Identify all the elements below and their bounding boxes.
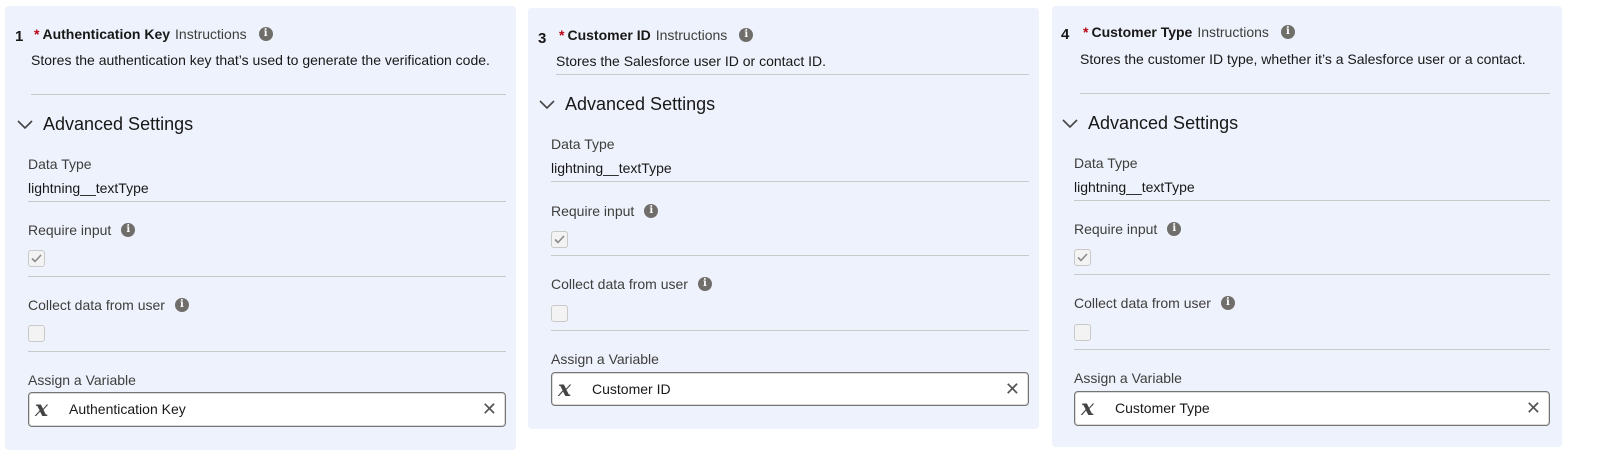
require-input-checkbox[interactable] bbox=[28, 250, 45, 267]
variable-pill[interactable]: x Customer ID ✕ bbox=[551, 372, 1029, 406]
panel-number: 4 bbox=[1061, 26, 1070, 43]
collect-data-label: Collect data from user i bbox=[28, 297, 189, 313]
variable-name: Customer ID bbox=[592, 381, 671, 397]
divider bbox=[28, 276, 506, 277]
require-input-label: Require input i bbox=[551, 203, 659, 219]
advanced-settings-label: Advanced Settings bbox=[1088, 113, 1239, 133]
info-icon[interactable]: i bbox=[1220, 296, 1235, 310]
require-input-text: Require input bbox=[28, 222, 112, 238]
topic-panel-customer-id: 3 * Customer ID Instructions i Stores th… bbox=[528, 8, 1039, 429]
advanced-settings-label: Advanced Settings bbox=[43, 114, 194, 134]
instructions-text[interactable]: Stores the customer ID type, whether it’… bbox=[1080, 48, 1550, 70]
clear-icon[interactable]: ✕ bbox=[482, 399, 497, 419]
instructions-text[interactable]: Stores the authentication key that’s use… bbox=[31, 49, 506, 71]
collect-data-checkbox[interactable] bbox=[551, 305, 568, 322]
chevron-down-icon bbox=[1062, 118, 1078, 128]
require-input-text: Require input bbox=[1074, 221, 1158, 237]
assign-variable-label: Assign a Variable bbox=[1074, 370, 1182, 386]
data-type-label: Data Type bbox=[28, 156, 92, 172]
variable-pill[interactable]: x Customer Type ✕ bbox=[1074, 391, 1550, 426]
panel-header: * Customer Type Instructions i bbox=[1083, 24, 1295, 40]
info-icon[interactable]: i bbox=[1280, 25, 1295, 39]
collect-data-text: Collect data from user bbox=[28, 297, 165, 313]
collect-data-label: Collect data from user i bbox=[551, 276, 712, 292]
checkmark-icon bbox=[1077, 253, 1088, 262]
instructions-label: Instructions bbox=[175, 26, 247, 42]
collect-data-text: Collect data from user bbox=[551, 276, 688, 292]
info-icon[interactable]: i bbox=[174, 298, 189, 312]
divider bbox=[31, 94, 506, 95]
panel-header: * Customer ID Instructions i bbox=[559, 27, 754, 43]
data-type-value: lightning__textType bbox=[551, 160, 672, 176]
collect-data-checkbox[interactable] bbox=[28, 325, 45, 342]
instructions-label: Instructions bbox=[655, 27, 728, 43]
variable-icon: x bbox=[35, 396, 49, 422]
divider bbox=[1074, 349, 1550, 350]
require-input-label: Require input i bbox=[1074, 221, 1182, 237]
collect-data-label: Collect data from user i bbox=[1074, 295, 1235, 311]
divider bbox=[1074, 200, 1550, 201]
checkmark-icon bbox=[554, 235, 565, 244]
require-input-text: Require input bbox=[551, 203, 635, 219]
required-marker: * bbox=[34, 26, 40, 42]
instructions-label: Instructions bbox=[1197, 24, 1269, 40]
divider bbox=[1080, 93, 1550, 94]
require-input-checkbox[interactable] bbox=[551, 231, 568, 248]
info-icon[interactable]: i bbox=[1167, 222, 1182, 236]
topic-panel-authentication-key: 1 * Authentication Key Instructions i St… bbox=[5, 6, 516, 450]
variable-name: Customer Type bbox=[1115, 400, 1210, 416]
divider bbox=[551, 181, 1029, 182]
variable-name: Authentication Key bbox=[69, 401, 186, 417]
panel-number: 1 bbox=[15, 28, 24, 45]
divider bbox=[1074, 274, 1550, 275]
info-icon[interactable]: i bbox=[644, 204, 659, 218]
require-input-checkbox[interactable] bbox=[1074, 249, 1091, 266]
field-name: Customer ID bbox=[567, 27, 651, 43]
data-type-value: lightning__textType bbox=[1074, 179, 1195, 195]
field-name: Customer Type bbox=[1091, 24, 1193, 40]
require-input-label: Require input i bbox=[28, 222, 136, 238]
divider bbox=[551, 255, 1029, 256]
advanced-settings-toggle[interactable]: Advanced Settings bbox=[539, 94, 715, 115]
data-type-value: lightning__textType bbox=[28, 180, 149, 196]
checkmark-icon bbox=[31, 254, 42, 263]
info-icon[interactable]: i bbox=[697, 277, 712, 291]
topic-panel-customer-type: 4 * Customer Type Instructions i Stores … bbox=[1052, 6, 1562, 447]
variable-icon: x bbox=[1081, 395, 1095, 421]
data-type-label: Data Type bbox=[1074, 155, 1138, 171]
collect-data-checkbox[interactable] bbox=[1074, 324, 1091, 341]
clear-icon[interactable]: ✕ bbox=[1526, 398, 1541, 418]
panel-header: * Authentication Key Instructions i bbox=[34, 26, 273, 42]
advanced-settings-label: Advanced Settings bbox=[565, 94, 716, 114]
variable-icon: x bbox=[558, 376, 572, 402]
chevron-down-icon bbox=[17, 119, 33, 129]
divider bbox=[28, 351, 506, 352]
assign-variable-label: Assign a Variable bbox=[28, 372, 136, 388]
divider bbox=[556, 74, 1029, 75]
required-marker: * bbox=[1083, 24, 1089, 40]
chevron-down-icon bbox=[539, 99, 555, 109]
assign-variable-label: Assign a Variable bbox=[551, 351, 659, 367]
panel-number: 3 bbox=[538, 30, 547, 47]
divider bbox=[551, 330, 1029, 331]
instructions-text[interactable]: Stores the Salesforce user ID or contact… bbox=[556, 50, 1029, 72]
data-type-label: Data Type bbox=[551, 136, 615, 152]
field-name: Authentication Key bbox=[42, 26, 171, 42]
info-icon[interactable]: i bbox=[739, 28, 754, 42]
clear-icon[interactable]: ✕ bbox=[1005, 379, 1020, 399]
info-icon[interactable]: i bbox=[258, 27, 273, 41]
info-icon[interactable]: i bbox=[121, 223, 136, 237]
variable-pill[interactable]: x Authentication Key ✕ bbox=[28, 392, 506, 427]
divider bbox=[28, 201, 506, 202]
advanced-settings-toggle[interactable]: Advanced Settings bbox=[1062, 113, 1238, 134]
required-marker: * bbox=[559, 27, 565, 43]
collect-data-text: Collect data from user bbox=[1074, 295, 1211, 311]
advanced-settings-toggle[interactable]: Advanced Settings bbox=[17, 114, 193, 135]
